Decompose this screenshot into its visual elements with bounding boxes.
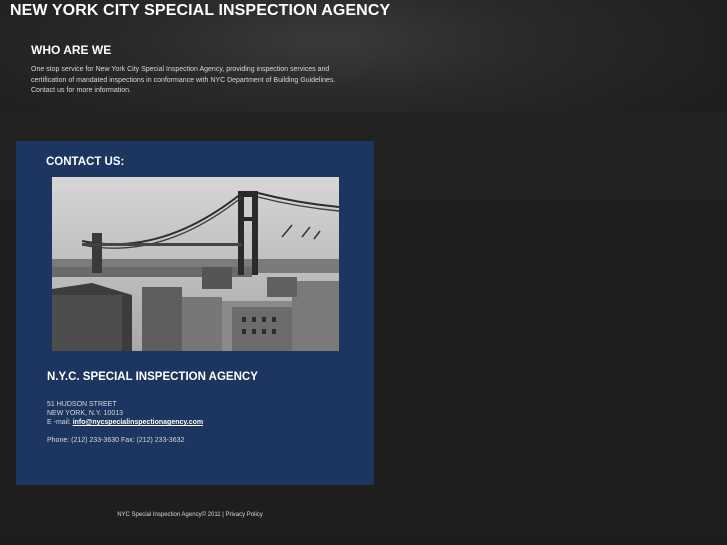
footer-separator: | <box>222 512 224 518</box>
about-line-1: One stop service for New York City Speci… <box>31 66 330 73</box>
bridge-photo <box>52 177 339 351</box>
contact-panel: CONTACT US: N.Y.C. SPECIAL INSPECTION AG… <box>16 141 374 485</box>
about-line-2: certification of mandated inspections in… <box>31 76 336 84</box>
contact-heading: CONTACT US: <box>46 156 125 168</box>
footer: NYC Special Inspection Agency© 2011 | Pr… <box>0 512 380 518</box>
address-block: 51 HUDSON STREET NEW YORK, N.Y. 10013 E … <box>47 400 203 427</box>
about-text: One stop service for New York City Speci… <box>31 65 361 97</box>
phone-fax: Phone: (212) 233-3630 Fax: (212) 233-363… <box>47 437 185 444</box>
footer-copyright: NYC Special Inspection Agency© 2011 <box>117 512 221 518</box>
privacy-policy-link[interactable]: Privacy Policy <box>225 512 262 518</box>
email-label: E -mail: <box>47 419 71 426</box>
email-link[interactable]: info@nycspecialinspectionagency.com <box>73 419 203 426</box>
email-line: E -mail: info@nycspecialinspectionagency… <box>47 418 203 427</box>
about-line-3: Contact us for more information. <box>31 87 131 94</box>
address-city: NEW YORK, N.Y. 10013 <box>47 410 123 417</box>
site-title[interactable]: NEW YORK CITY SPECIAL INSPECTION AGENCY <box>10 2 390 20</box>
about-heading: WHO ARE WE <box>31 43 112 57</box>
address-street: 51 HUDSON STREET <box>47 401 117 408</box>
bridge-photo-image <box>52 177 339 351</box>
agency-name: N.Y.C. SPECIAL INSPECTION AGENCY <box>47 371 258 383</box>
